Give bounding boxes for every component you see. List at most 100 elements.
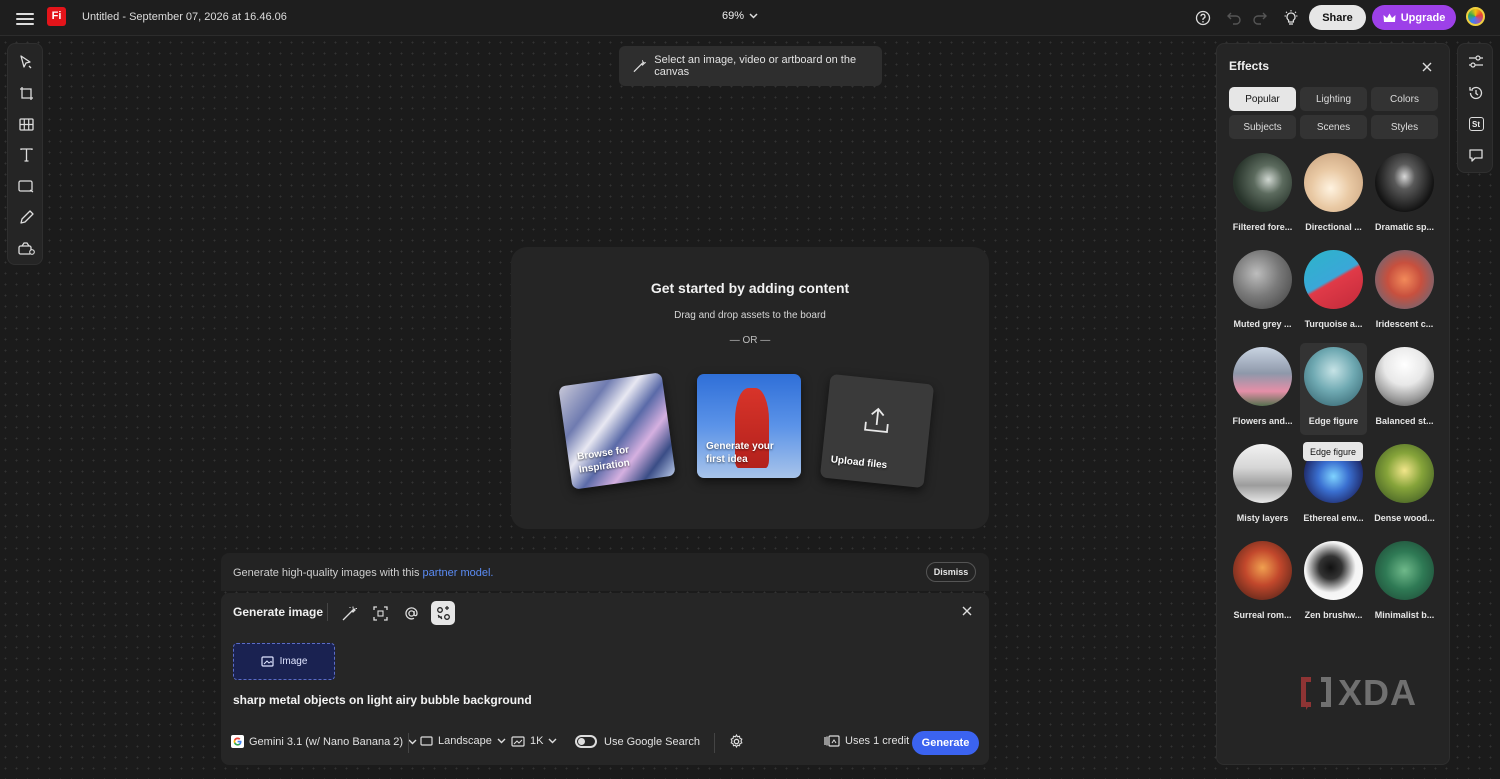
effect-thumbnail [1375,153,1434,212]
effect-item[interactable]: Iridescent c... [1371,246,1438,338]
effect-item[interactable]: Minimalist b... [1371,537,1438,629]
orientation-label: Landscape [438,735,492,747]
upgrade-button[interactable]: Upgrade [1372,5,1456,30]
credit-icon [824,735,840,747]
magic-prompt-icon[interactable] [337,601,361,625]
share-button[interactable]: Share [1309,5,1366,30]
tab-colors[interactable]: Colors [1371,87,1438,111]
generate-idea-card[interactable]: Generate your first idea [697,374,801,478]
select-tool-icon[interactable] [16,52,36,72]
effect-item[interactable]: Edge figure [1300,343,1367,435]
help-icon[interactable] [1193,8,1213,28]
effect-item[interactable]: Flowers and... [1229,343,1296,435]
wand-icon [633,60,647,73]
image-reference-chip[interactable]: Image [233,643,335,680]
avatar[interactable] [1466,7,1485,26]
get-started-panel: Get started by adding content Drag and d… [511,247,989,529]
tab-styles[interactable]: Styles [1371,115,1438,139]
mention-icon[interactable] [399,601,423,625]
generate-button[interactable]: Generate [912,731,979,755]
dismiss-button[interactable]: Dismiss [926,562,976,582]
chevron-down-icon [749,13,758,19]
app-logo[interactable]: Fi [47,7,66,26]
effect-label: Dense wood... [1374,513,1435,523]
effect-item[interactable]: Surreal rom... [1229,537,1296,629]
effect-item[interactable]: Turquoise a... [1300,246,1367,338]
prompt-input[interactable]: sharp metal objects on light airy bubble… [233,693,532,707]
effect-item[interactable]: Muted grey ... [1229,246,1296,338]
effect-label: Edge figure [1308,416,1359,426]
history-icon[interactable] [1466,83,1486,103]
tab-popular[interactable]: Popular [1229,87,1296,111]
card-label: Upload files [830,454,888,472]
redo-icon[interactable] [1250,8,1270,28]
effects-toggle-icon[interactable] [431,601,455,625]
effect-item[interactable]: Dramatic sp... [1371,149,1438,241]
effect-item[interactable]: Dense wood... [1371,440,1438,532]
generate-options-row: Gemini 3.1 (w/ Nano Banana 2) Landscape … [221,731,989,755]
close-icon[interactable] [962,603,972,621]
orientation-dropdown[interactable]: Landscape [420,735,506,747]
effect-item[interactable]: Misty layers [1229,440,1296,532]
card-label: Browse for Inspiration [576,444,631,476]
menu-icon[interactable] [16,10,34,26]
effect-item[interactable]: Filtered fore... [1229,149,1296,241]
document-title[interactable]: Untitled - September 07, 2026 at 16.46.0… [82,11,287,23]
effect-thumbnail [1304,541,1363,600]
get-started-title: Get started by adding content [650,280,850,296]
effect-thumbnail [1304,250,1363,309]
upload-icon [864,407,889,434]
pen-tool-icon[interactable] [16,207,36,227]
image-icon [260,656,274,667]
upgrade-label: Upgrade [1400,11,1446,24]
zoom-dropdown[interactable]: 69% [722,10,758,22]
lightbulb-icon[interactable] [1281,8,1301,28]
settings-icon[interactable] [729,734,744,749]
xda-watermark: XDA [1298,672,1417,714]
tab-lighting[interactable]: Lighting [1300,87,1367,111]
effect-item[interactable]: Zen brushw... [1300,537,1367,629]
grid-tool-icon[interactable] [16,114,36,134]
adjustments-icon[interactable] [1466,52,1486,72]
upload-files-card[interactable]: Upload files [819,373,935,489]
effect-label: Surreal rom... [1233,610,1292,620]
zoom-level: 69% [722,10,745,22]
selection-hint: Select an image, video or artboard on th… [619,46,882,86]
effect-item[interactable]: Balanced st... [1371,343,1438,435]
effect-thumbnail [1304,153,1363,212]
credits-info: Uses 1 credit [824,735,909,747]
chevron-down-icon [548,738,557,744]
effect-thumbnail [1233,444,1292,503]
undo-icon[interactable] [1224,8,1244,28]
effect-label: Misty layers [1236,513,1289,523]
effect-label: Dramatic sp... [1374,222,1435,232]
effect-label: Balanced st... [1375,416,1434,426]
text-tool-icon[interactable] [16,145,36,165]
divider [327,603,328,621]
generate-image-panel: Generate image Image sharp metal objects… [221,593,989,765]
frame-select-icon[interactable] [368,601,392,625]
artboard-tool-icon[interactable] [16,83,36,103]
generate-tool-icon[interactable] [16,238,36,258]
partner-model-link[interactable]: partner model. [423,567,494,579]
generate-panel-title: Generate image [233,605,324,619]
toggle-switch[interactable] [575,735,597,748]
comment-icon[interactable] [1466,145,1486,165]
resolution-icon [511,735,525,747]
effect-item[interactable]: Directional ... [1300,149,1367,241]
google-search-toggle[interactable]: Use Google Search [575,735,700,748]
hint-text: Select an image, video or artboard on th… [654,54,857,78]
browse-inspiration-card[interactable]: Browse for Inspiration [558,372,676,490]
model-dropdown[interactable]: Gemini 3.1 (w/ Nano Banana 2) [231,735,417,748]
close-icon[interactable] [1422,59,1432,77]
resolution-dropdown[interactable]: 1K [511,735,557,747]
tab-scenes[interactable]: Scenes [1300,115,1367,139]
shape-tool-icon[interactable] [16,176,36,196]
tab-subjects[interactable]: Subjects [1229,115,1296,139]
left-toolbar [7,43,43,265]
effect-thumbnail [1233,541,1292,600]
stock-icon[interactable]: St [1466,114,1486,134]
top-bar: Fi Untitled - September 07, 2026 at 16.4… [0,0,1500,36]
effect-label: Filtered fore... [1232,222,1293,232]
landscape-icon [420,736,433,746]
